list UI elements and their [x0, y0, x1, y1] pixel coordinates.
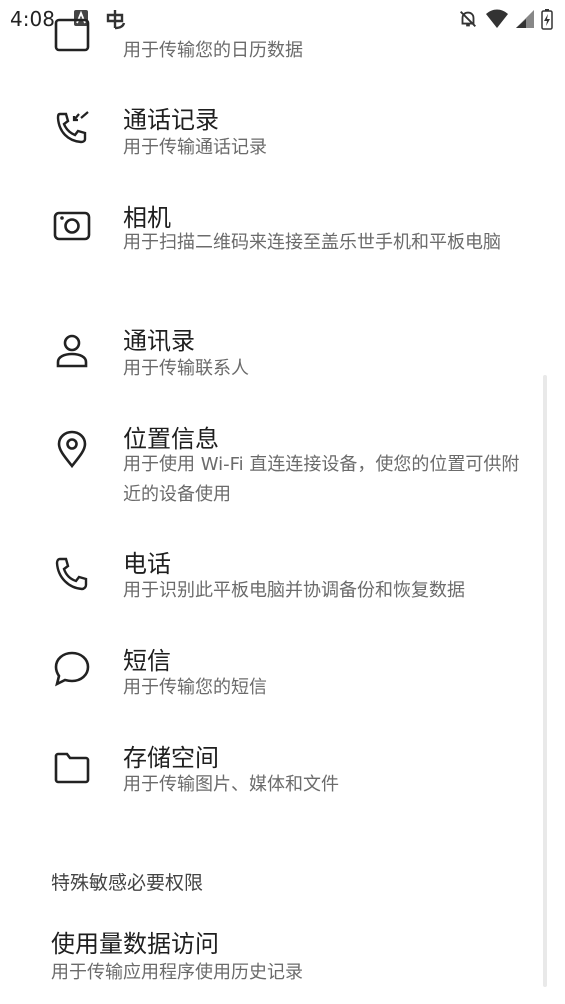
- contacts-icon: [52, 331, 92, 371]
- camera-icon: [52, 206, 92, 246]
- permission-subtitle: 用于传输通话记录: [123, 137, 267, 158]
- phone-icon: [52, 554, 92, 594]
- permission-title: 存储空间: [123, 744, 219, 772]
- permission-subtitle: 用于传输您的日历数据: [123, 40, 303, 61]
- permission-title: 通话记录: [123, 106, 219, 134]
- scrollbar[interactable]: [543, 375, 547, 987]
- permission-title: 电话: [123, 550, 171, 578]
- location-icon: [52, 429, 92, 469]
- permission-subtitle: 用于识别此平板电脑并协调备份和恢复数据: [123, 580, 465, 601]
- permission-title: 使用量数据访问: [51, 930, 219, 958]
- permission-subtitle: 用于扫描二维码来连接至盖乐世手机和平板电脑: [123, 232, 501, 253]
- permission-item-call-log[interactable]: 通话记录 用于传输通话记录: [0, 90, 540, 190]
- permission-item-calendar[interactable]: 用于传输您的日历数据: [0, 0, 540, 90]
- folder-icon: [52, 748, 92, 788]
- permission-item-sms[interactable]: 短信 用于传输您的短信: [0, 637, 540, 734]
- call-log-icon: [52, 108, 92, 148]
- permission-subtitle: 用于传输图片、媒体和文件: [123, 774, 339, 795]
- calendar-icon: [52, 14, 92, 54]
- permission-subtitle: 用于使用 Wi-Fi 直连连接设备，使您的位置可供附近的设备使用: [123, 454, 520, 505]
- permission-title: 位置信息: [123, 425, 219, 453]
- section-header-special: 特殊敏感必要权限: [51, 872, 204, 894]
- sms-icon: [52, 649, 92, 689]
- permission-item-usage-access[interactable]: 使用量数据访问 用于传输应用程序使用历史记录: [0, 918, 540, 998]
- permission-item-camera[interactable]: 相机 用于扫描二维码来连接至盖乐世手机和平板电脑: [0, 190, 540, 315]
- permission-subtitle: 用于传输应用程序使用历史记录: [51, 962, 303, 983]
- permission-item-storage[interactable]: 存储空间 用于传输图片、媒体和文件: [0, 734, 540, 831]
- permission-item-phone[interactable]: 电话 用于识别此平板电脑并协调备份和恢复数据: [0, 540, 540, 637]
- permission-item-location[interactable]: 位置信息 用于使用 Wi-Fi 直连连接设备，使您的位置可供附近的设备使用: [0, 415, 540, 540]
- permission-title: 通讯录: [123, 327, 195, 355]
- permission-subtitle: 用于传输您的短信: [123, 677, 267, 698]
- permission-subtitle: 用于传输联系人: [123, 358, 249, 379]
- battery-charging-icon: [541, 8, 553, 34]
- permission-title: 短信: [123, 647, 171, 675]
- permission-item-contacts[interactable]: 通讯录 用于传输联系人: [0, 315, 540, 415]
